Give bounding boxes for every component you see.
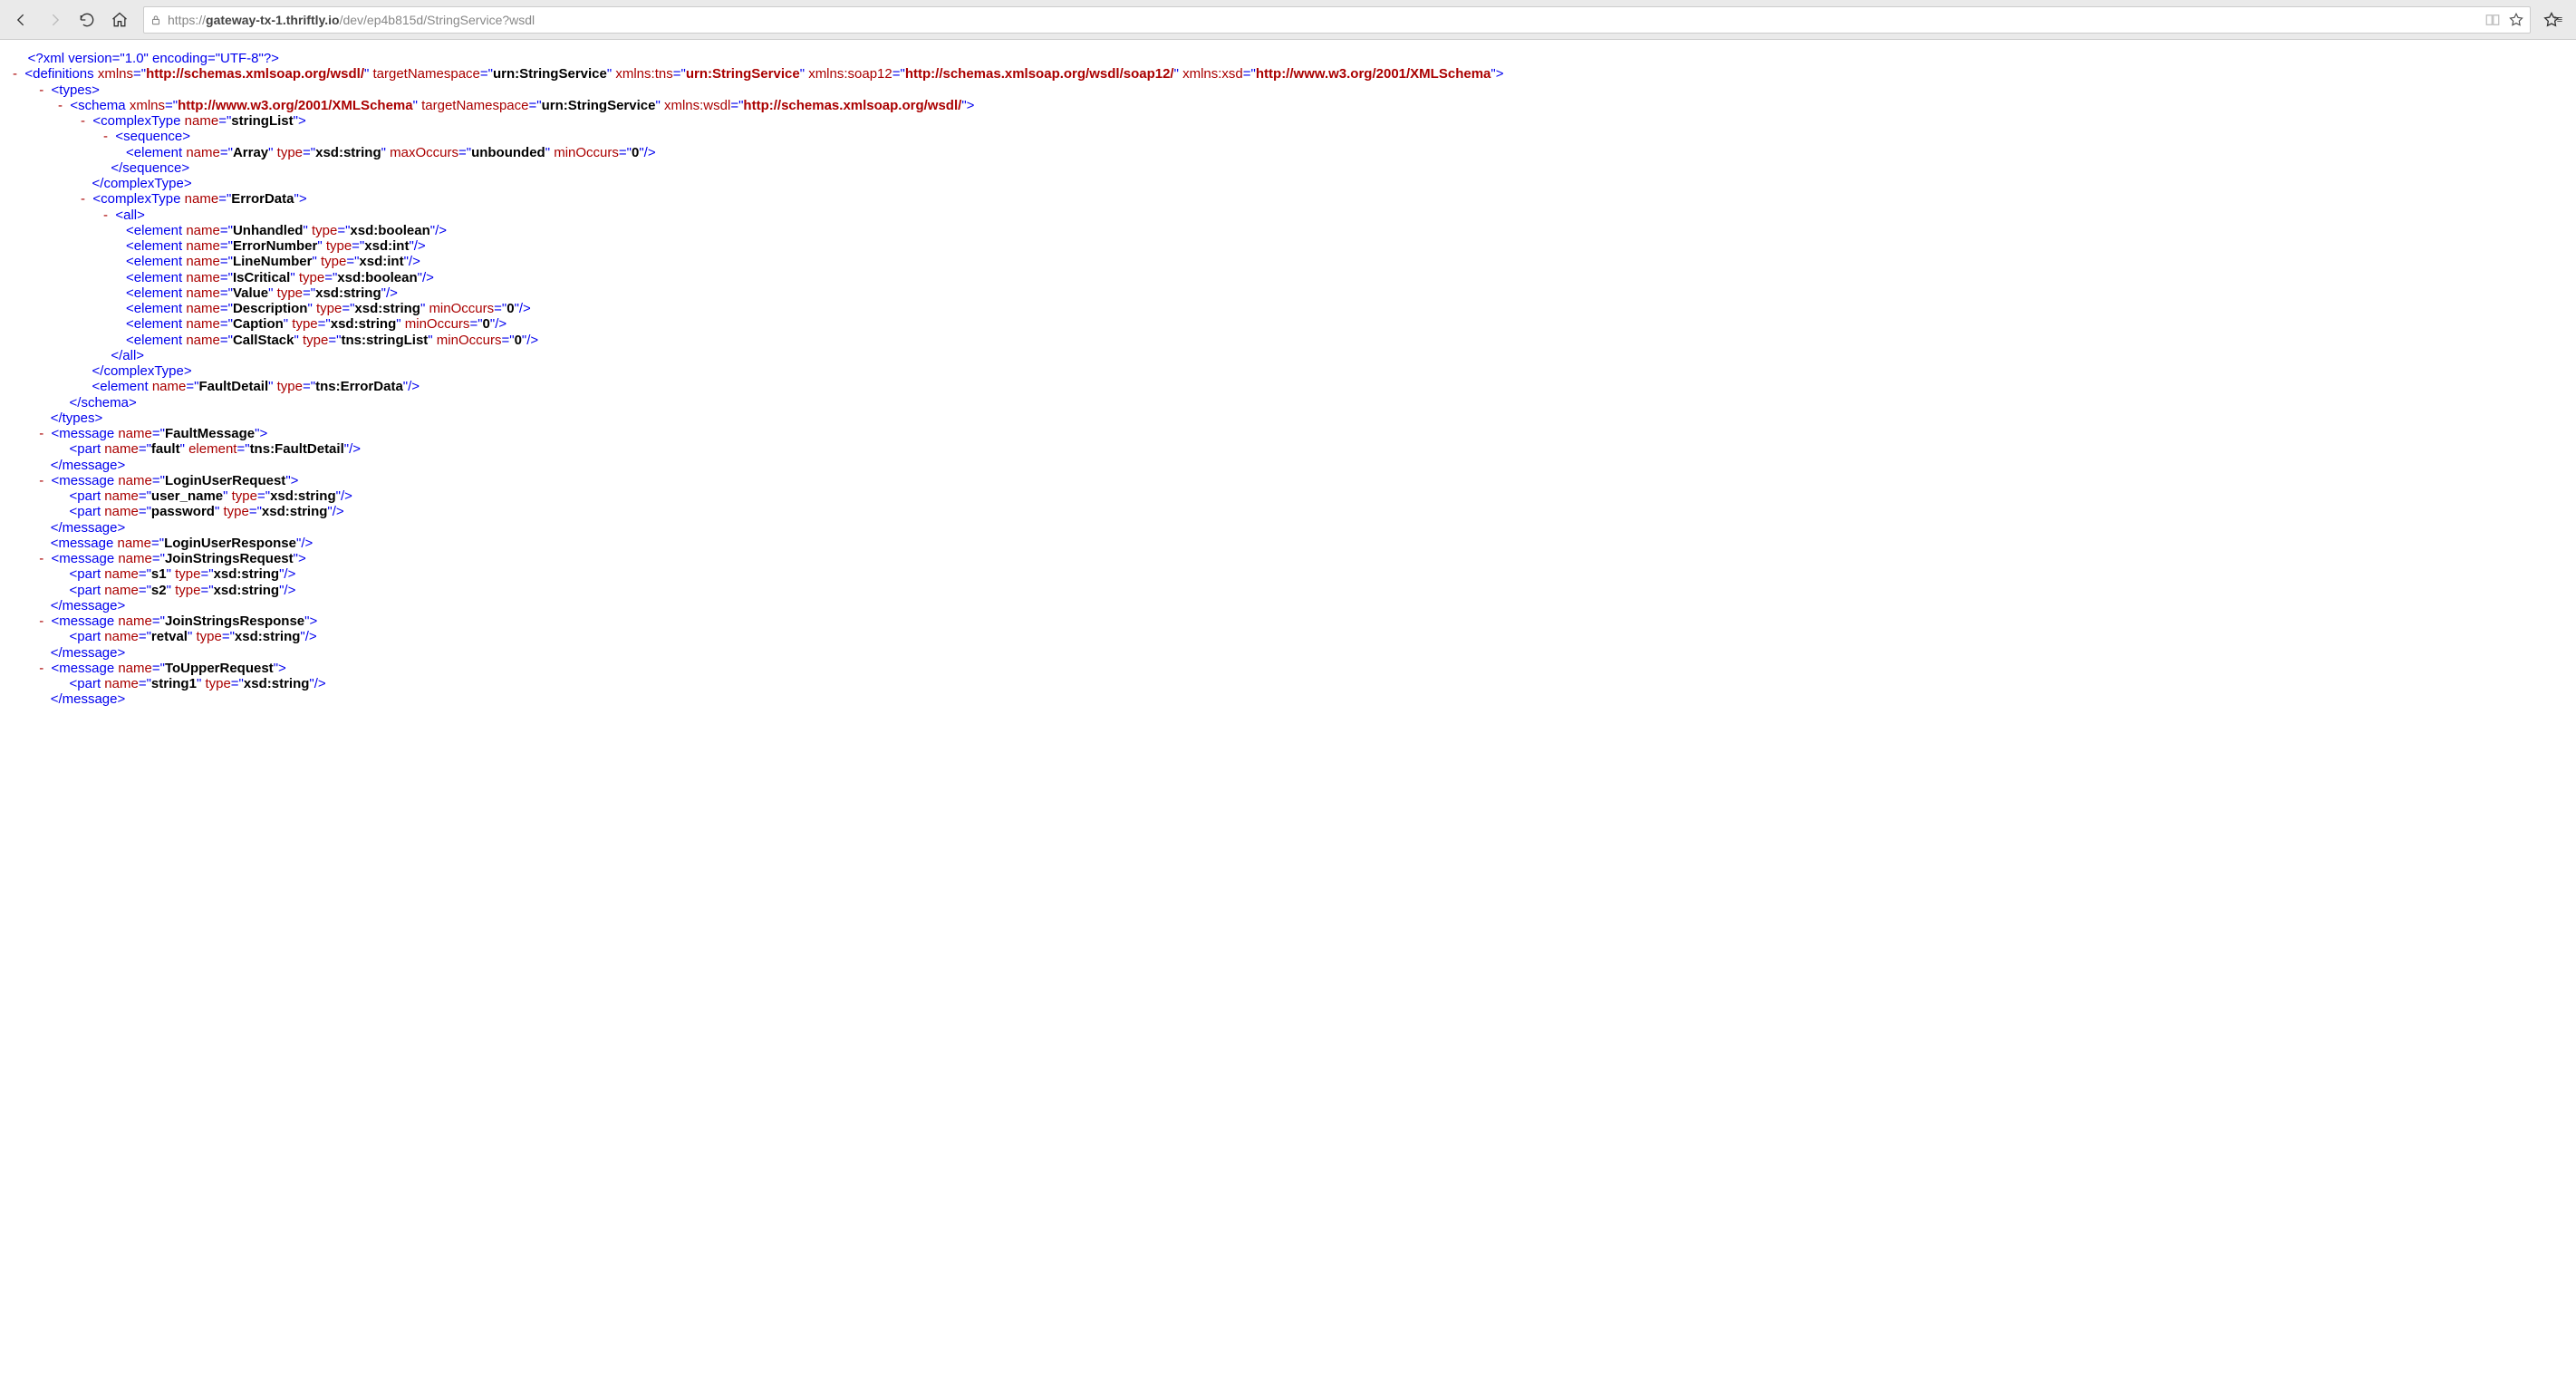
toggle-schema[interactable]: -	[58, 98, 63, 113]
home-button[interactable]	[103, 4, 136, 36]
toggle-definitions[interactable]: -	[13, 66, 17, 82]
forward-button[interactable]	[38, 4, 71, 36]
toggle-message-0[interactable]: -	[39, 426, 43, 441]
toggle-types[interactable]: -	[39, 82, 43, 98]
toggle-sequence-0[interactable]: -	[103, 129, 108, 144]
xml-viewer: <?xml version="1.0" encoding="UTF-8"?> -…	[0, 40, 2576, 719]
xml-declaration: <?xml version="1.0" encoding="UTF-8"?>	[28, 51, 279, 66]
url-text: https://gateway-tx-1.thriftly.io/dev/ep4…	[168, 13, 2484, 27]
reading-view-icon[interactable]	[2484, 12, 2501, 28]
toggle-complextype-1[interactable]: -	[81, 191, 85, 207]
back-button[interactable]	[5, 4, 38, 36]
address-bar[interactable]: https://gateway-tx-1.thriftly.io/dev/ep4…	[143, 6, 2531, 34]
toggle-message-5[interactable]: -	[39, 661, 43, 676]
favorite-star-icon[interactable]	[2508, 12, 2524, 28]
toggle-all-1[interactable]: -	[103, 208, 108, 223]
lock-icon	[150, 14, 162, 26]
refresh-button[interactable]	[71, 4, 103, 36]
browser-toolbar: https://gateway-tx-1.thriftly.io/dev/ep4…	[0, 0, 2576, 40]
toggle-complextype-0[interactable]: -	[81, 113, 85, 129]
toggle-message-3[interactable]: -	[39, 551, 43, 566]
toggle-message-1[interactable]: -	[39, 473, 43, 488]
favorites-button[interactable]: ≡	[2538, 4, 2571, 36]
toggle-message-4[interactable]: -	[39, 613, 43, 629]
